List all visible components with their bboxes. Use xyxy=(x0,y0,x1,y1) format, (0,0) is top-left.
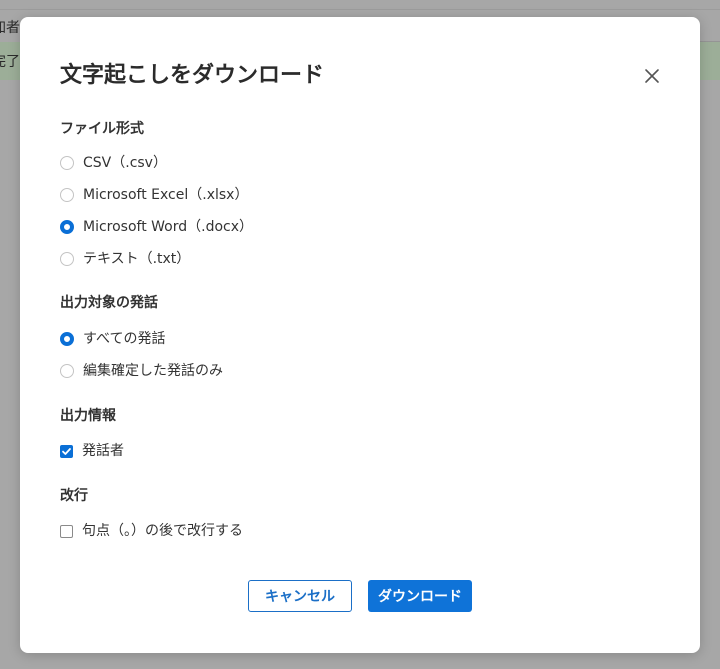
radio-xlsx[interactable] xyxy=(60,188,74,202)
radio-csv[interactable] xyxy=(60,156,74,170)
checkbox-speaker[interactable] xyxy=(60,444,73,458)
radio-confirmed-only[interactable] xyxy=(60,364,74,378)
option-label: 発話者 xyxy=(82,443,124,459)
option-label: すべての発話 xyxy=(83,331,166,347)
radio-option-txt[interactable]: テキスト（.txt） xyxy=(60,248,190,270)
option-label: Microsoft Excel（.xlsx） xyxy=(83,187,249,203)
option-label: 句点（。）の後で改行する xyxy=(82,523,243,539)
cancel-button[interactable]: キャンセル xyxy=(248,580,352,612)
line-break-heading: 改行 xyxy=(60,488,88,504)
radio-option-csv[interactable]: CSV（.csv） xyxy=(60,152,167,174)
radio-option-confirmed[interactable]: 編集確定した発話のみ xyxy=(60,360,223,382)
checkbox-option-linebreak[interactable]: 句点（。）の後で改行する xyxy=(60,520,243,542)
option-label: Microsoft Word（.docx） xyxy=(83,219,254,235)
radio-docx[interactable] xyxy=(60,220,74,234)
download-button[interactable]: ダウンロード xyxy=(368,580,472,612)
radio-txt[interactable] xyxy=(60,252,74,266)
checkmark-icon xyxy=(62,447,71,455)
option-label: CSV（.csv） xyxy=(83,155,167,171)
target-heading: 出力対象の発話 xyxy=(60,295,158,311)
file-format-heading: ファイル形式 xyxy=(60,121,144,137)
radio-option-docx[interactable]: Microsoft Word（.docx） xyxy=(60,216,253,238)
radio-all-utterances[interactable] xyxy=(60,332,74,346)
background-divider-right xyxy=(700,41,720,42)
checkbox-option-speaker[interactable]: 発話者 xyxy=(60,440,124,462)
output-info-heading: 出力情報 xyxy=(60,408,116,424)
dialog-title: 文字起こしをダウンロード xyxy=(60,63,325,88)
option-label: テキスト（.txt） xyxy=(83,251,191,267)
radio-option-xlsx[interactable]: Microsoft Excel（.xlsx） xyxy=(60,184,248,206)
checkbox-linebreak-after-period[interactable] xyxy=(60,524,73,538)
close-button[interactable] xyxy=(638,62,666,90)
close-icon xyxy=(645,69,659,83)
background-divider xyxy=(0,9,720,10)
option-label: 編集確定した発話のみ xyxy=(83,363,223,379)
radio-option-all[interactable]: すべての発話 xyxy=(60,328,165,350)
download-transcript-dialog: 文字起こしをダウンロード ファイル形式 CSV（.csv） Microsoft … xyxy=(20,17,700,653)
